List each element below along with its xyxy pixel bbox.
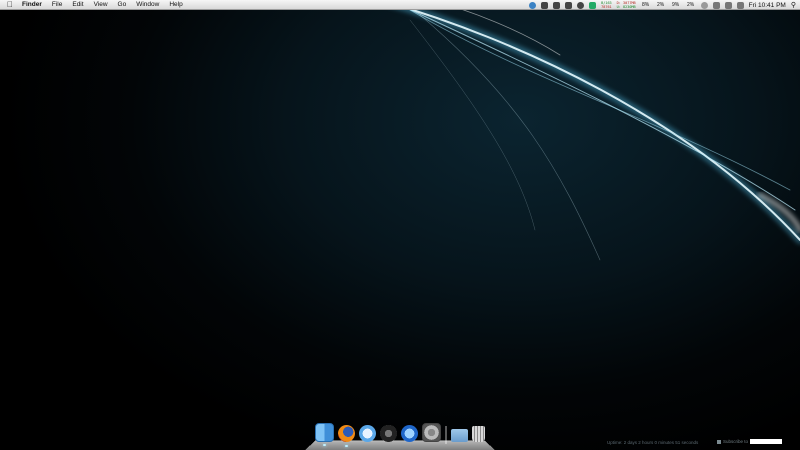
running-indicator — [323, 444, 326, 446]
menu-bar-left:  Finder File Edit View Go Window Help — [0, 0, 188, 10]
menu-bar-status: B/163 78761 D: 3077MB U: 8230MB 8% 2% 9%… — [529, 0, 796, 10]
grid-icon[interactable] — [565, 1, 573, 9]
chat-icon[interactable] — [541, 1, 549, 9]
redacted-text — [750, 439, 783, 444]
volume-icon[interactable] — [736, 1, 744, 9]
apple-icon[interactable]:  — [0, 0, 20, 10]
activity-icon[interactable] — [589, 1, 597, 9]
firefox-icon[interactable] — [338, 425, 355, 447]
menu-go[interactable]: Go — [113, 0, 132, 10]
finder-icon[interactable] — [315, 423, 334, 446]
menu-finder[interactable]: Finder — [20, 0, 47, 10]
checkbox-icon[interactable] — [717, 439, 721, 444]
network-totals[interactable]: D: 3077MB U: 8230MB — [617, 1, 636, 9]
memory-meter[interactable]: 9% — [671, 2, 681, 8]
net-down-label: 78761 — [601, 5, 612, 9]
menu-help[interactable]: Help — [164, 0, 187, 10]
network-monitor[interactable]: B/163 78761 — [601, 1, 612, 9]
dropbox-icon[interactable] — [553, 1, 561, 9]
trash-icon[interactable] — [472, 426, 485, 442]
clock[interactable]: Fri 10:41 PM — [749, 2, 786, 9]
time-machine-icon[interactable] — [700, 1, 708, 9]
disk-meter[interactable]: 2% — [656, 2, 666, 8]
wifi-icon[interactable] — [724, 1, 732, 9]
folder-icon[interactable] — [451, 429, 468, 442]
desktop-wallpaper — [0, 0, 800, 450]
spotlight-icon[interactable]: ⚲ — [791, 1, 796, 9]
dock — [305, 422, 495, 450]
menu-bar:  Finder File Edit View Go Window Help B… — [0, 0, 800, 10]
bluetooth-icon[interactable] — [712, 1, 720, 9]
record-icon[interactable] — [577, 1, 585, 9]
dock-items — [305, 422, 495, 448]
running-indicator — [345, 445, 348, 447]
subscribe-widget: Subscribe to — [717, 439, 783, 444]
menu-file[interactable]: File — [47, 0, 67, 10]
subscribe-label: Subscribe to — [723, 439, 749, 444]
uptime-widget: Uptime: 2 days 2 hours 0 minutes 51 seco… — [607, 440, 699, 445]
net-total-up: U: 8230MB — [616, 5, 636, 9]
dock-separator — [445, 426, 447, 444]
cpu-meter[interactable]: 8% — [641, 2, 651, 8]
system-preferences-icon[interactable] — [422, 423, 441, 442]
wallpaper-light-streaks — [376, 0, 800, 261]
mail-icon[interactable] — [359, 425, 376, 442]
temp-meter[interactable]: 2% — [686, 2, 696, 8]
menu-edit[interactable]: Edit — [67, 0, 88, 10]
itunes-icon[interactable] — [401, 425, 418, 442]
dashboard-icon[interactable] — [380, 425, 397, 442]
menu-view[interactable]: View — [89, 0, 113, 10]
menu-window[interactable]: Window — [131, 0, 164, 10]
sync-icon[interactable] — [529, 1, 537, 9]
